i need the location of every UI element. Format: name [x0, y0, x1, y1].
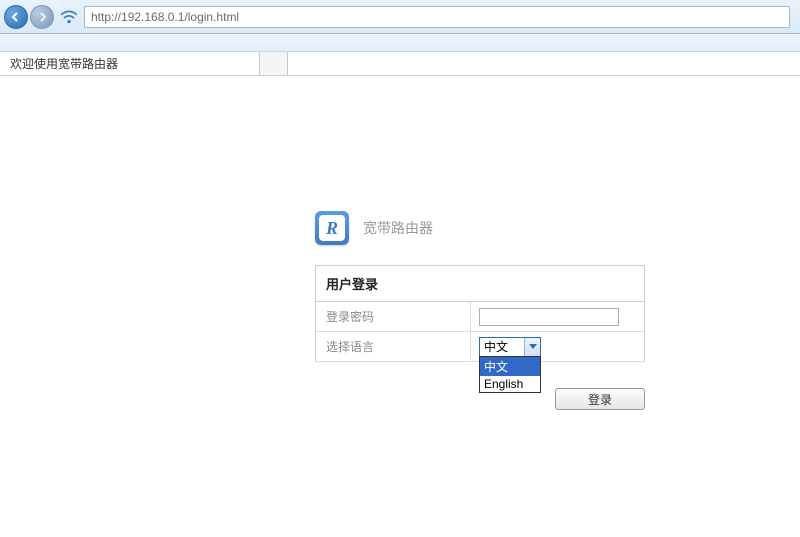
language-selected-value: 中文 — [480, 338, 524, 355]
password-cell — [471, 302, 644, 331]
wifi-icon — [60, 8, 78, 26]
login-header: 用户登录 — [316, 266, 644, 302]
browser-toolbar: http://192.168.0.1/login.html — [0, 0, 800, 34]
logo-letter: R — [319, 215, 345, 241]
tab-active[interactable]: 欢迎使用宽带路由器 — [0, 52, 260, 75]
login-wrapper: R 宽带路由器 用户登录 登录密码 选择语言 中文 — [315, 211, 645, 388]
login-box: 用户登录 登录密码 选择语言 中文 中文 — [315, 265, 645, 362]
tab-strip-bg — [0, 34, 800, 52]
language-dropdown: 中文 English — [479, 356, 541, 393]
forward-button[interactable] — [30, 5, 54, 29]
new-tab-button[interactable] — [260, 52, 288, 75]
language-option-zh[interactable]: 中文 — [480, 357, 540, 376]
back-arrow-icon — [10, 11, 22, 23]
logo-icon: R — [315, 211, 349, 245]
language-row: 选择语言 中文 中文 English — [316, 332, 644, 362]
login-button[interactable]: 登录 — [555, 388, 645, 410]
password-row: 登录密码 — [316, 302, 644, 332]
tab-title: 欢迎使用宽带路由器 — [10, 55, 118, 72]
address-bar[interactable]: http://192.168.0.1/login.html — [84, 6, 790, 28]
tab-row: 欢迎使用宽带路由器 — [0, 52, 800, 76]
password-label: 登录密码 — [316, 302, 471, 331]
forward-arrow-icon — [36, 11, 48, 23]
language-select[interactable]: 中文 — [479, 337, 541, 357]
chevron-down-icon — [524, 338, 540, 356]
language-cell: 中文 中文 English — [471, 332, 644, 361]
brand-row: R 宽带路由器 — [315, 211, 645, 245]
back-button[interactable] — [4, 5, 28, 29]
language-label: 选择语言 — [316, 332, 471, 361]
password-input[interactable] — [479, 308, 619, 326]
language-option-en[interactable]: English — [480, 376, 540, 392]
url-text: http://192.168.0.1/login.html — [91, 10, 239, 24]
page-content: R 宽带路由器 用户登录 登录密码 选择语言 中文 — [0, 76, 800, 537]
brand-name: 宽带路由器 — [363, 218, 433, 238]
